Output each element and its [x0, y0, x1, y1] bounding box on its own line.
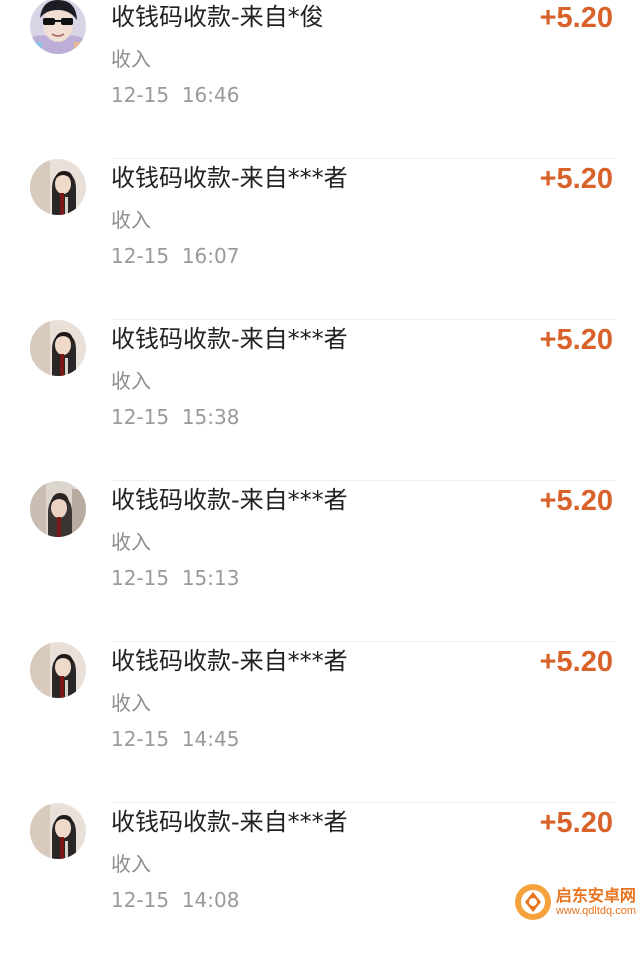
- transaction-time: 12-15 15:38: [111, 405, 240, 429]
- watermark-url: www.qdltdq.com: [555, 904, 636, 917]
- transaction-type: 收入: [111, 691, 151, 715]
- transaction-amount: +5.20: [539, 646, 613, 678]
- avatar-portrait-icon[interactable]: [30, 159, 86, 215]
- transaction-amount: +5.20: [539, 485, 613, 517]
- transaction-amount: +5.20: [539, 163, 613, 195]
- transaction-amount: +5.20: [539, 2, 613, 34]
- transaction-title: 收钱码收款-来自*俊: [111, 3, 324, 31]
- transaction-title: 收钱码收款-来自***者: [111, 486, 348, 514]
- transaction-row[interactable]: 收钱码收款-来自***者 收入 12-15 14:45 +5.20: [0, 642, 640, 803]
- transaction-time: 12-15 14:45: [111, 727, 240, 751]
- transaction-amount: +5.20: [539, 807, 613, 839]
- avatar-portrait-icon[interactable]: [30, 803, 86, 859]
- transaction-time: 12-15 16:46: [111, 83, 240, 107]
- transaction-amount: +5.20: [539, 324, 613, 356]
- transaction-title: 收钱码收款-来自***者: [111, 325, 348, 353]
- transaction-time: 12-15 16:07: [111, 244, 240, 268]
- transaction-type: 收入: [111, 530, 151, 554]
- watermark-title: 启东安卓网: [555, 886, 636, 906]
- transaction-type: 收入: [111, 208, 151, 232]
- watermark: 启东安卓网 www.qdltdq.com: [514, 883, 636, 921]
- transaction-time: 12-15 15:13: [111, 566, 240, 590]
- transaction-title: 收钱码收款-来自***者: [111, 164, 348, 192]
- transaction-list: 收钱码收款-来自*俊 收入 12-15 16:46 +5.20 收钱码收款-来自…: [0, 0, 640, 964]
- transaction-type: 收入: [111, 852, 151, 876]
- avatar-portrait-icon[interactable]: [30, 481, 86, 537]
- transaction-time: 12-15 14:08: [111, 888, 240, 912]
- transaction-row[interactable]: 收钱码收款-来自***者 收入 12-15 16:07 +5.20: [0, 159, 640, 320]
- transaction-title: 收钱码收款-来自***者: [111, 647, 348, 675]
- transaction-type: 收入: [111, 47, 151, 71]
- avatar-sunglasses-icon[interactable]: [30, 0, 86, 54]
- watermark-logo-icon: [514, 884, 551, 920]
- transaction-title: 收钱码收款-来自***者: [111, 808, 348, 836]
- transaction-row[interactable]: 收钱码收款-来自***者 收入 12-15 15:13 +5.20: [0, 481, 640, 642]
- transaction-row[interactable]: 收钱码收款-来自*俊 收入 12-15 16:46 +5.20: [0, 0, 640, 159]
- avatar-portrait-icon[interactable]: [30, 642, 86, 698]
- transaction-type: 收入: [111, 369, 151, 393]
- transaction-row[interactable]: 收钱码收款-来自***者 收入 12-15 15:38 +5.20: [0, 320, 640, 481]
- avatar-portrait-icon[interactable]: [30, 320, 86, 376]
